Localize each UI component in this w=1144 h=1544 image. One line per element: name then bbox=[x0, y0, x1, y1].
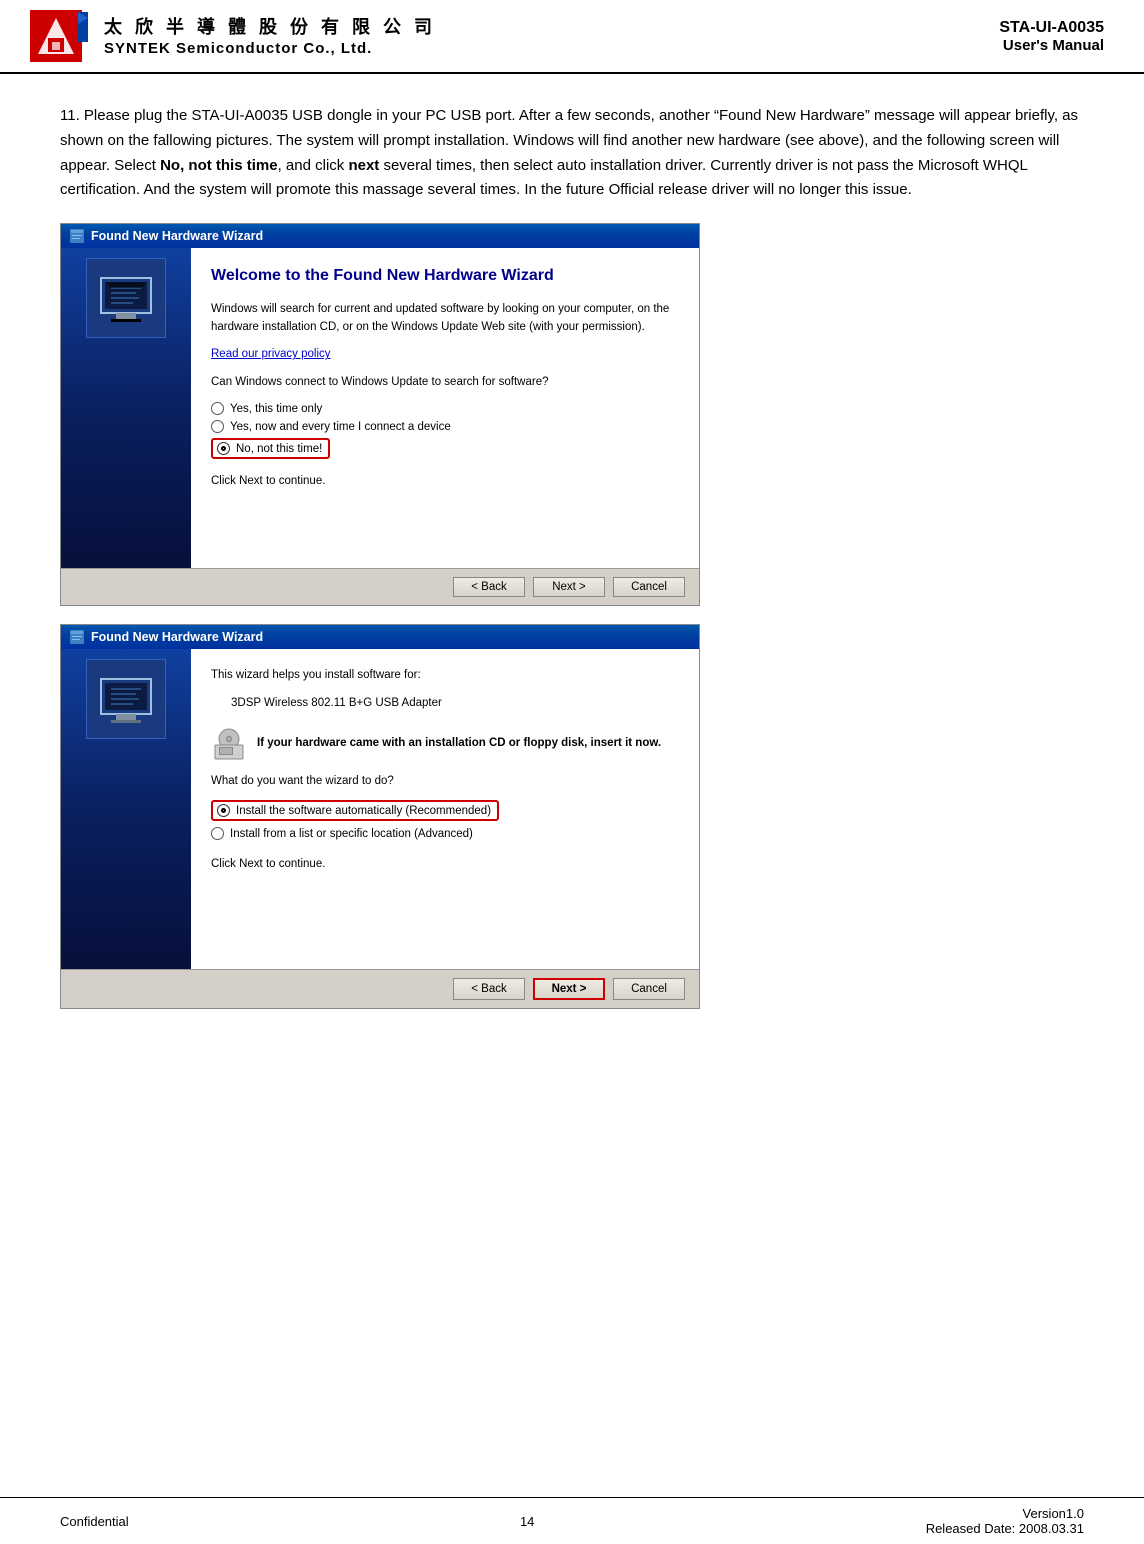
company-name-zh: 太 欣 半 導 體 股 份 有 限 公 司 bbox=[104, 15, 436, 40]
dialog1-option-3-label: No, not this time! bbox=[236, 443, 322, 455]
instruction-text-2: , and click bbox=[278, 157, 349, 174]
dialog1-titlebar: Found New Hardware Wizard bbox=[61, 224, 699, 248]
main-content: 11. Please plug the STA-UI-A0035 USB don… bbox=[0, 74, 1144, 1047]
radio-selected-3 bbox=[217, 442, 230, 455]
dialog1-cancel-button[interactable]: Cancel bbox=[613, 577, 685, 597]
dialog2-option-2[interactable]: Install from a list or specific location… bbox=[211, 827, 679, 840]
dialog1-option-2[interactable]: Yes, now and every time I connect a devi… bbox=[211, 420, 679, 433]
dialog2-container: Found New Hardware Wizard bbox=[60, 624, 700, 1009]
dialog2-titlebar: Found New Hardware Wizard bbox=[61, 625, 699, 649]
dialog1-back-button[interactable]: < Back bbox=[453, 577, 525, 597]
footer-right: Version1.0 Released Date: 2008.03.31 bbox=[926, 1506, 1084, 1536]
dialog2-option-1-label: Install the software automatically (Reco… bbox=[236, 805, 491, 817]
radio-unselected-d2-2 bbox=[211, 827, 224, 840]
radio-selected-d2-1 bbox=[217, 804, 230, 817]
dialog1-privacy-link[interactable]: Read our privacy policy bbox=[211, 348, 331, 360]
dialog1-highlighted-option: No, not this time! bbox=[211, 438, 330, 459]
company-name-en: SYNTEK Semiconductor Co., Ltd. bbox=[104, 40, 436, 57]
dialog1-icon bbox=[69, 228, 85, 244]
dialog2-device: 3DSP Wireless 802.11 B+G USB Adapter bbox=[231, 695, 679, 713]
cd-icon bbox=[211, 725, 247, 761]
dialog2-body: This wizard helps you install software f… bbox=[61, 649, 699, 969]
dialog2-back-button[interactable]: < Back bbox=[453, 978, 525, 1000]
doc-id: STA-UI-A0035 bbox=[999, 19, 1104, 37]
dialog2-click-next: Click Next to continue. bbox=[211, 858, 679, 870]
dialog2-options: Install the software automatically (Reco… bbox=[211, 800, 679, 840]
dialog1-option-3[interactable]: No, not this time! bbox=[211, 438, 679, 459]
dialog1-click-next: Click Next to continue. bbox=[211, 475, 679, 487]
doc-subtitle: User's Manual bbox=[999, 37, 1104, 54]
instruction-bold-1: No, not this time bbox=[160, 157, 278, 174]
dialog2-sidebar-icon bbox=[86, 659, 166, 739]
dialog1-titlebar-text: Found New Hardware Wizard bbox=[91, 229, 263, 243]
footer-left: Confidential bbox=[60, 1514, 129, 1529]
footer-date: Released Date: 2008.03.31 bbox=[926, 1521, 1084, 1536]
dialog1-title: Welcome to the Found New Hardware Wizard bbox=[211, 266, 679, 287]
dialog2-cancel-button[interactable]: Cancel bbox=[613, 978, 685, 1000]
dialog1-option-2-label: Yes, now and every time I connect a devi… bbox=[230, 421, 451, 433]
dialog2-intro: This wizard helps you install software f… bbox=[211, 667, 679, 685]
dialog2-main: This wizard helps you install software f… bbox=[191, 649, 699, 969]
cd-icon-row: If your hardware came with an installati… bbox=[211, 725, 679, 761]
dialog2-option-2-label: Install from a list or specific location… bbox=[230, 828, 473, 840]
company-logo bbox=[30, 10, 90, 62]
dialog1-option-1-label: Yes, this time only bbox=[230, 403, 322, 415]
dialog1-main: Welcome to the Found New Hardware Wizard… bbox=[191, 248, 699, 568]
company-info: 太 欣 半 導 體 股 份 有 限 公 司 SYNTEK Semiconduct… bbox=[30, 10, 436, 62]
footer-version: Version1.0 bbox=[926, 1506, 1084, 1521]
page-footer: Confidential 14 Version1.0 Released Date… bbox=[0, 1497, 1144, 1544]
item-number: 11. bbox=[60, 107, 80, 124]
footer-page-number: 14 bbox=[520, 1514, 534, 1529]
dialog2-sidebar bbox=[61, 649, 191, 969]
dialog2-question: What do you want the wizard to do? bbox=[211, 773, 679, 791]
dialog2-next-button[interactable]: Next > bbox=[533, 978, 605, 1000]
dialog2-highlighted-option: Install the software automatically (Reco… bbox=[211, 800, 499, 821]
instruction-block: 11. Please plug the STA-UI-A0035 USB don… bbox=[60, 104, 1084, 203]
cd-bold-text: If your hardware came with an installati… bbox=[257, 737, 661, 749]
instruction-bold-2: next bbox=[348, 157, 379, 174]
dialog2-footer: < Back Next > Cancel bbox=[61, 969, 699, 1008]
dialog1-desc: Windows will search for current and upda… bbox=[211, 301, 679, 337]
radio-unselected-1 bbox=[211, 402, 224, 415]
page-header: 太 欣 半 導 體 股 份 有 限 公 司 SYNTEK Semiconduct… bbox=[0, 0, 1144, 74]
dialog1-container: Found New Hardware Wizard bbox=[60, 223, 700, 606]
company-text: 太 欣 半 導 體 股 份 有 限 公 司 SYNTEK Semiconduct… bbox=[104, 15, 436, 57]
radio-unselected-2 bbox=[211, 420, 224, 433]
dialog2-icon bbox=[69, 629, 85, 645]
dialog1-next-button[interactable]: Next > bbox=[533, 577, 605, 597]
cd-text-container: If your hardware came with an installati… bbox=[257, 737, 661, 749]
dialog2-titlebar-text: Found New Hardware Wizard bbox=[91, 630, 263, 644]
doc-info: STA-UI-A0035 User's Manual bbox=[999, 19, 1104, 54]
dialog1-sidebar bbox=[61, 248, 191, 568]
dialog2-option-1[interactable]: Install the software automatically (Reco… bbox=[211, 800, 679, 821]
dialog1-footer: < Back Next > Cancel bbox=[61, 568, 699, 605]
dialog1-body: Welcome to the Found New Hardware Wizard… bbox=[61, 248, 699, 568]
dialog1-option-1[interactable]: Yes, this time only bbox=[211, 402, 679, 415]
dialog1-question: Can Windows connect to Windows Update to… bbox=[211, 374, 679, 392]
dialog1-sidebar-icon bbox=[86, 258, 166, 338]
